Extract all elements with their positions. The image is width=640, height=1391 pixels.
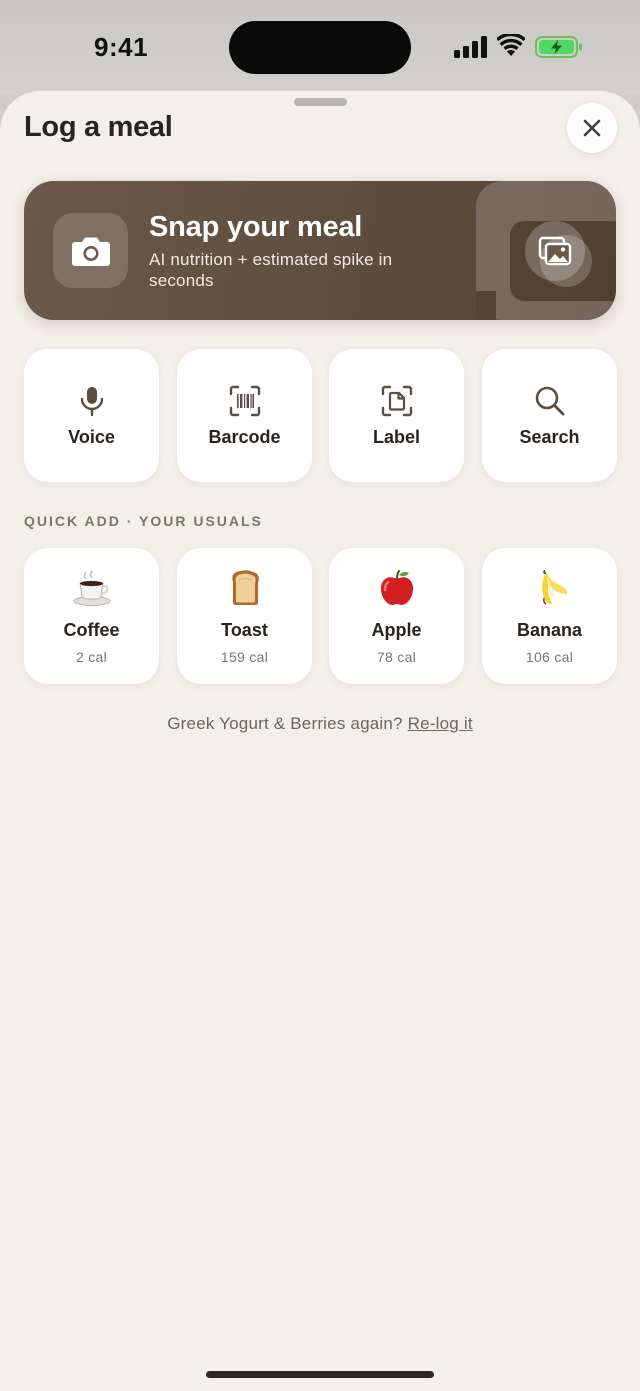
apple-icon xyxy=(380,570,413,605)
relog-suggestion: Greek Yogurt & Berries again? Re-log it xyxy=(0,714,640,734)
label-scan-icon xyxy=(381,385,412,417)
home-indicator[interactable] xyxy=(206,1371,434,1378)
quick-add-apple[interactable]: Apple 78 cal xyxy=(329,548,464,684)
voice-button[interactable]: Voice xyxy=(24,349,159,482)
quick-add-heading: QUICK ADD · YOUR USUALS xyxy=(24,513,263,529)
log-meal-sheet: Log a meal Snap your meal AI nutrition +… xyxy=(0,91,640,1391)
battery-charging-icon xyxy=(535,36,582,58)
dynamic-island xyxy=(229,21,411,74)
barcode-button[interactable]: Barcode xyxy=(177,349,312,482)
snap-title: Snap your meal xyxy=(149,211,363,243)
status-bar: 9:41 xyxy=(0,0,640,95)
quick-add-name: Banana xyxy=(516,620,583,640)
barcode-icon xyxy=(229,385,260,417)
label-scan-button[interactable]: Label xyxy=(329,349,464,482)
relog-link[interactable]: Re-log it xyxy=(408,714,473,733)
barcode-label: Barcode xyxy=(208,427,281,447)
search-label: Search xyxy=(519,427,580,447)
quick-add-name: Toast xyxy=(221,620,268,640)
quick-add-calories: 106 cal xyxy=(525,649,574,665)
relog-prompt: Greek Yogurt & Berries again? xyxy=(167,714,403,733)
coffee-icon xyxy=(73,570,110,606)
status-time: 9:41 xyxy=(94,32,149,62)
quick-add-calories: 2 cal xyxy=(75,649,108,665)
quick-add-calories: 78 cal xyxy=(376,649,417,665)
quick-add-calories: 159 cal xyxy=(220,649,269,665)
photo-gallery-button[interactable] xyxy=(525,221,585,281)
gallery-icon xyxy=(538,236,572,266)
quick-add-coffee[interactable]: Coffee 2 cal xyxy=(24,548,159,684)
toast-icon xyxy=(231,570,259,605)
search-button[interactable]: Search xyxy=(482,349,617,482)
page-title: Log a meal xyxy=(24,111,173,143)
snap-subtitle: AI nutrition + estimated spike in second… xyxy=(149,250,393,290)
banana-icon xyxy=(541,570,567,605)
quick-add-name: Apple xyxy=(371,620,422,640)
snap-meal-card[interactable]: Snap your meal AI nutrition + estimated … xyxy=(24,181,616,320)
quick-add-name: Coffee xyxy=(63,620,120,640)
snap-camera-button[interactable] xyxy=(53,213,128,288)
label-scan-label: Label xyxy=(372,427,420,447)
quick-add-toast[interactable]: Toast 159 cal xyxy=(177,548,312,684)
quick-add-banana[interactable]: Banana 106 cal xyxy=(482,548,617,684)
voice-label: Voice xyxy=(68,427,115,447)
microphone-icon xyxy=(80,387,103,417)
sheet-grabber[interactable] xyxy=(294,98,347,106)
wifi-icon xyxy=(497,34,525,56)
close-button[interactable] xyxy=(567,103,617,153)
camera-icon xyxy=(71,237,110,266)
search-icon xyxy=(535,386,564,416)
cellular-signal-icon xyxy=(454,36,487,58)
close-icon xyxy=(583,119,601,137)
